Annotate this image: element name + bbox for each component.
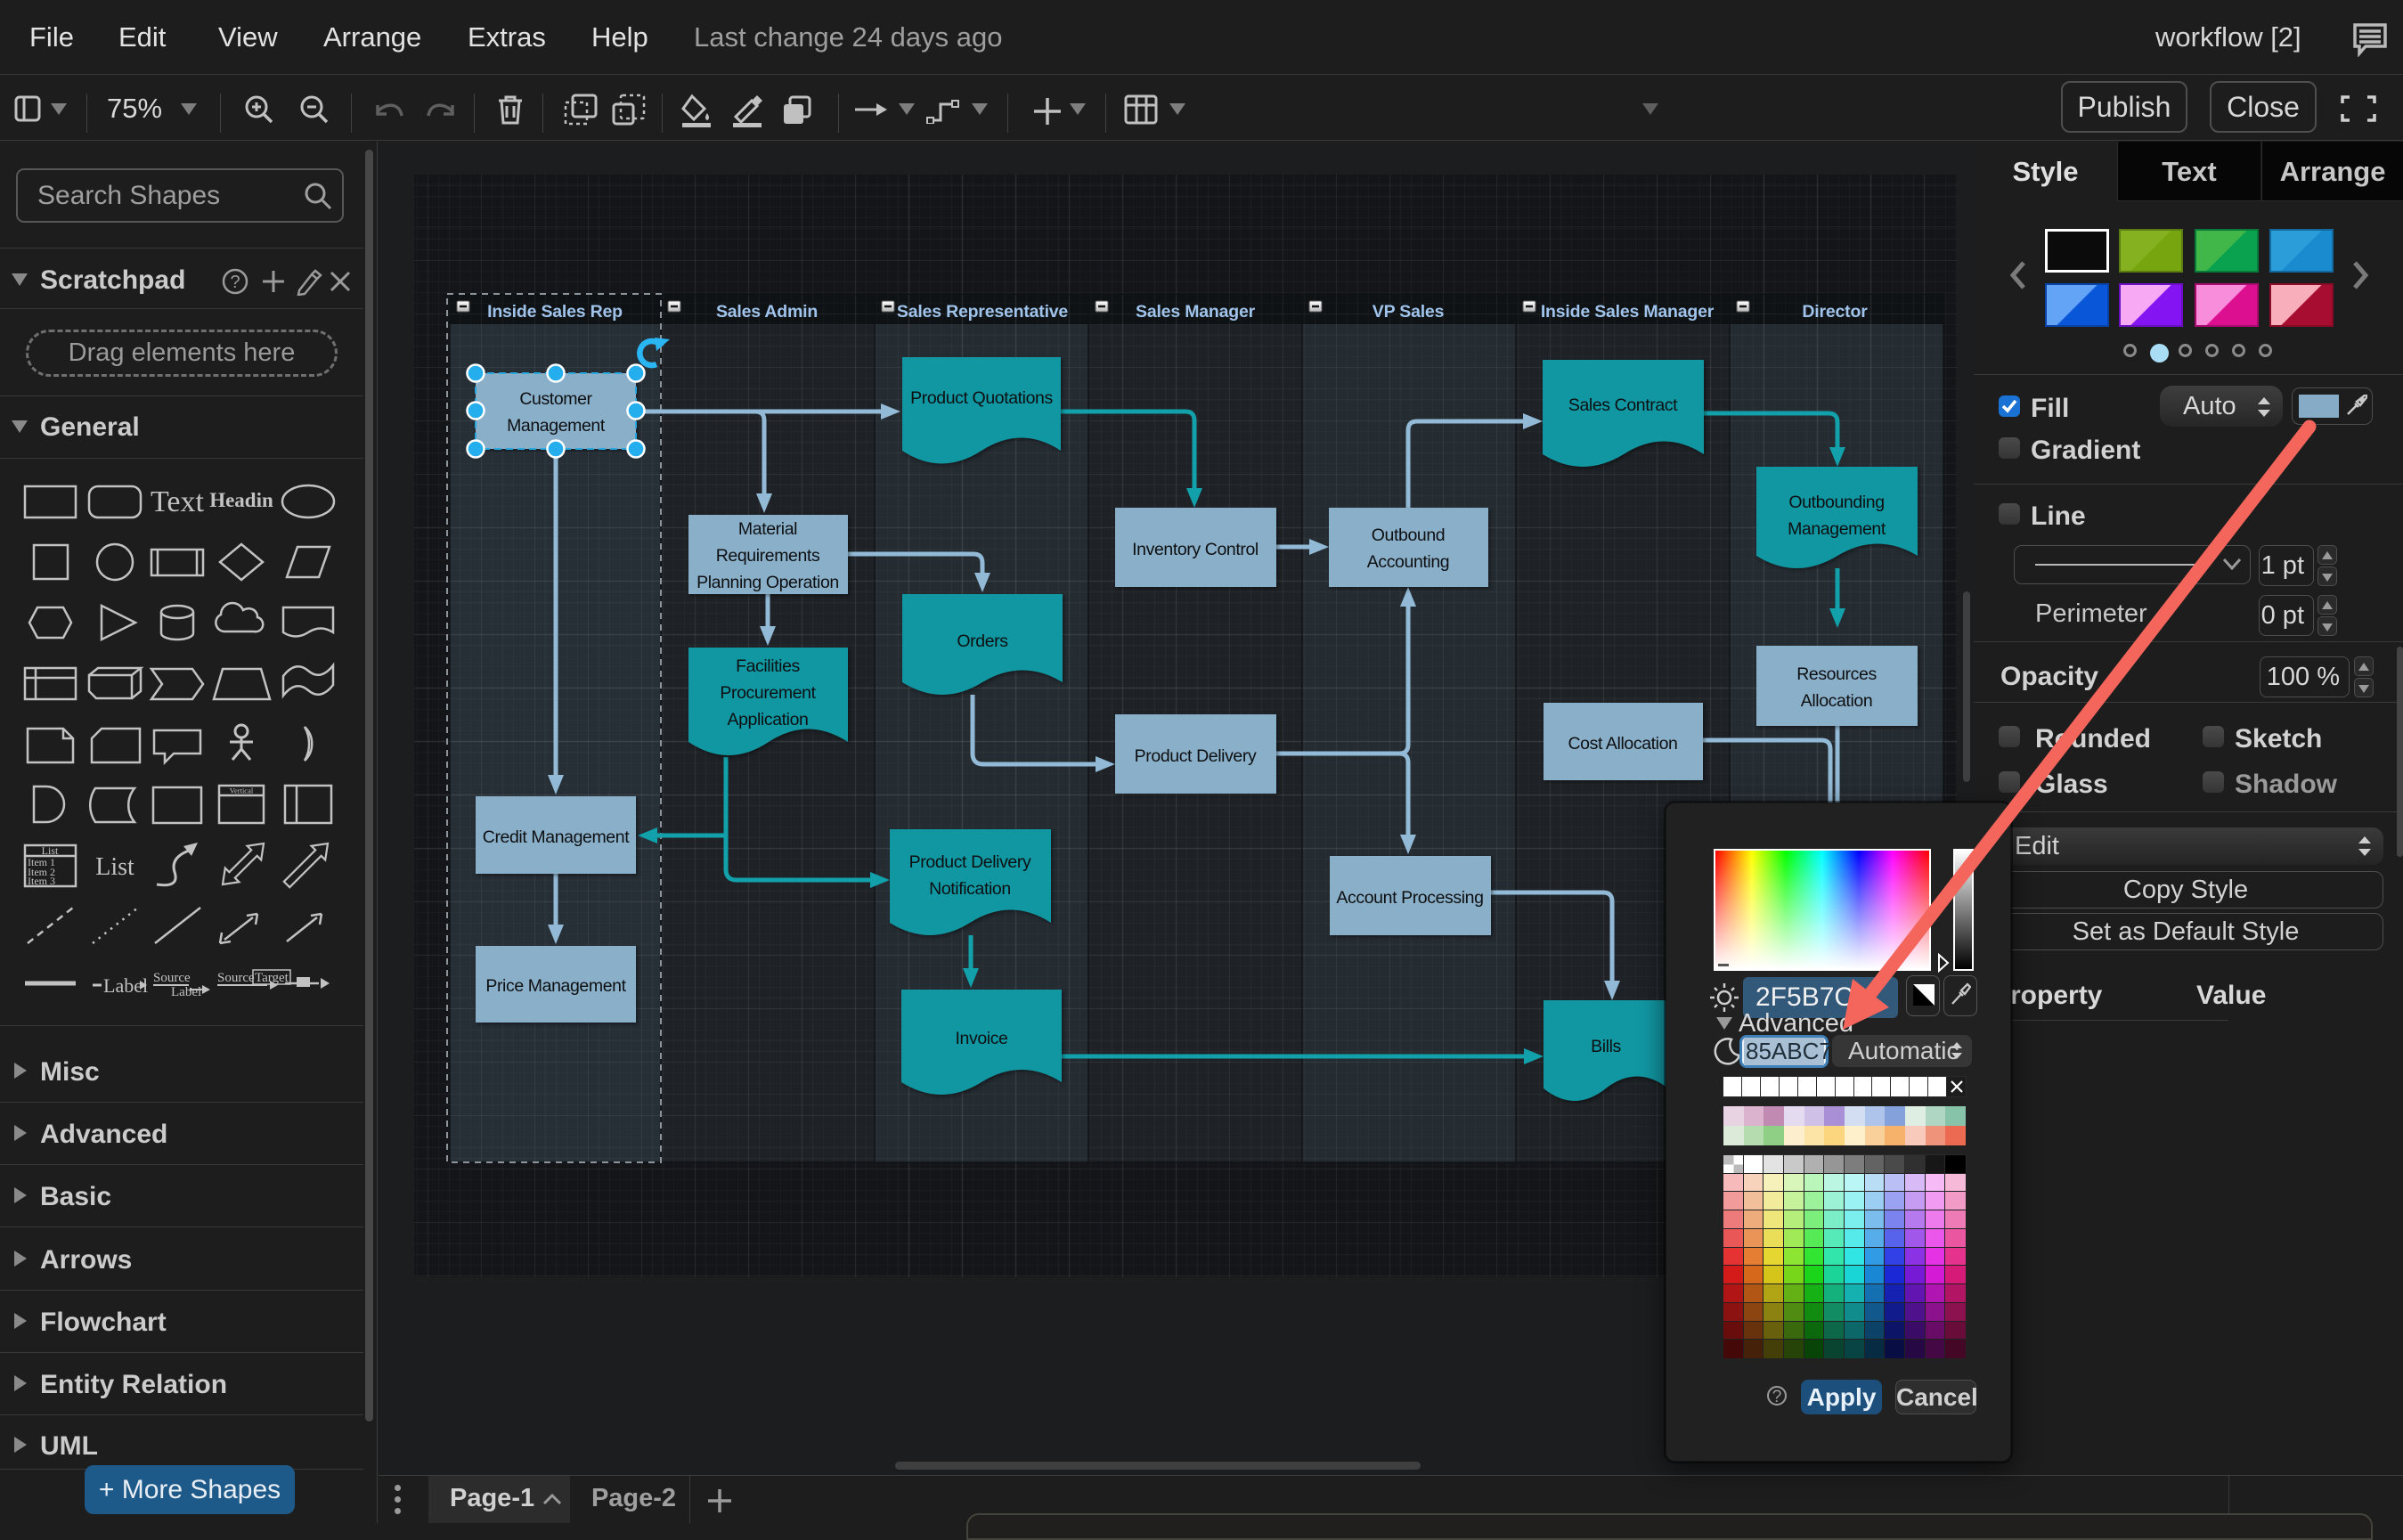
svg-text:Credit Management: Credit Management [483,827,630,847]
svg-text:Requirements: Requirements [716,546,820,566]
svg-text:Inside Sales Manager: Inside Sales Manager [1541,302,1715,322]
svg-text:Product Delivery: Product Delivery [1135,746,1257,766]
svg-text:Text: Text [151,485,204,518]
svg-text:Product Delivery: Product Delivery [909,852,1031,872]
svg-text:Allocation: Allocation [1801,691,1873,711]
svg-text:Sales Admin: Sales Admin [716,302,818,322]
svg-text:Inventory Control: Inventory Control [1132,540,1259,559]
svg-text:Planning Operation: Planning Operation [696,573,839,592]
svg-text:VP Sales: VP Sales [1373,302,1445,322]
svg-text:Outbounding: Outbounding [1788,493,1884,512]
svg-text:Management: Management [507,416,606,436]
svg-text:Sales Contract: Sales Contract [1568,395,1678,415]
svg-text:Label: Label [171,985,201,999]
svg-text:Item 3: Item 3 [28,875,55,887]
svg-text:Material: Material [738,519,797,539]
svg-text:List: List [42,844,59,857]
svg-text:Vertical: Vertical [230,786,254,795]
svg-text:Resources: Resources [1796,664,1877,684]
svg-text:?: ? [230,273,240,292]
svg-text:Outbound: Outbound [1372,526,1445,545]
svg-text:Facilities: Facilities [736,656,800,676]
svg-text:Bills: Bills [1591,1037,1621,1056]
svg-text:Director: Director [1802,302,1868,322]
svg-text:Source: Source [153,971,191,985]
svg-text:Source: Source [217,971,255,985]
svg-text:Application: Application [728,710,809,729]
svg-text:Customer: Customer [519,389,592,409]
svg-text:Product Quotations: Product Quotations [910,388,1053,408]
svg-text:Management: Management [1788,519,1886,539]
svg-text:Headin: Headin [209,489,273,511]
svg-text:Invoice: Invoice [956,1029,1008,1048]
svg-text:Procurement: Procurement [720,683,816,703]
svg-text:List: List [95,853,134,881]
svg-text:Orders: Orders [957,631,1008,651]
svg-text:Notification: Notification [929,879,1011,899]
svg-text:Price Management: Price Management [485,976,626,996]
svg-text:Accounting: Accounting [1367,552,1449,572]
svg-text:Sales Manager: Sales Manager [1136,302,1256,322]
svg-text:Sales Representative: Sales Representative [897,302,1069,322]
svg-text:Account Processing: Account Processing [1336,888,1483,908]
svg-text:Cost Allocation: Cost Allocation [1568,734,1678,754]
svg-text:Inside Sales Rep: Inside Sales Rep [487,302,623,322]
